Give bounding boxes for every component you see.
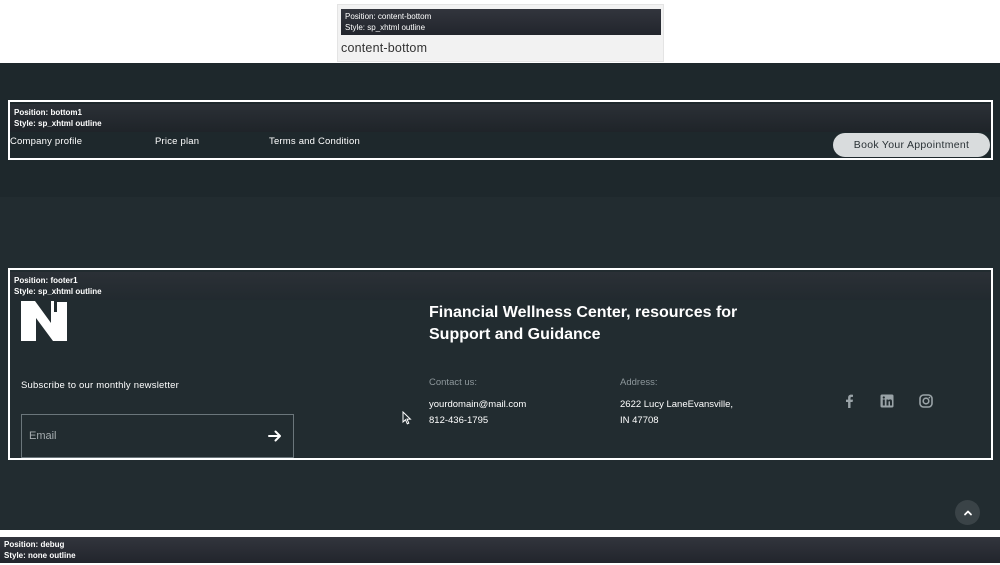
debug-position-bar: Position: debug Style: none outline: [0, 537, 1000, 563]
bottom1-module: Position: bottom1 Style: sp_xhtml outlin…: [8, 100, 993, 160]
newsletter-form: [21, 414, 294, 458]
style-text: Style: sp_xhtml outline: [14, 119, 102, 128]
contact-label: Contact us:: [429, 377, 478, 388]
content-bottom-label: content-bottom: [341, 41, 428, 55]
footer-headline: Financial Wellness Center, resources for…: [429, 304, 738, 343]
address-label: Address:: [620, 377, 658, 388]
chevron-up-icon: [963, 510, 972, 515]
content-bottom-module: Position: content-bottom Style: sp_xhtml…: [337, 4, 664, 62]
module-position-badge: Position: footer1 Style: sp_xhtml outlin…: [10, 272, 991, 300]
arrow-right-icon[interactable]: [267, 428, 283, 444]
address-line2: IN 47708: [620, 415, 659, 426]
email-input[interactable]: [22, 415, 252, 457]
menu-item-terms[interactable]: Terms and Condition: [269, 136, 360, 147]
position-text: Position: bottom1: [14, 108, 82, 117]
contact-email-link[interactable]: yourdomain@mail.com: [429, 397, 526, 413]
page: Position: content-bottom Style: sp_xhtml…: [0, 0, 1000, 565]
style-text: Style: sp_xhtml outline: [14, 287, 102, 296]
position-text: Position: footer1: [14, 276, 78, 285]
footer1-module: Position: footer1 Style: sp_xhtml outlin…: [8, 268, 993, 460]
menu-item-price-plan[interactable]: Price plan: [155, 136, 199, 147]
style-text: Style: sp_xhtml outline: [345, 23, 426, 32]
facebook-icon[interactable]: [841, 393, 857, 409]
module-position-badge: Position: bottom1 Style: sp_xhtml outlin…: [10, 104, 991, 132]
n-logo-icon[interactable]: [21, 301, 67, 341]
newsletter-label: Subscribe to our monthly newsletter: [21, 380, 180, 391]
position-text: Position: debug: [4, 540, 65, 549]
back-to-top-button[interactable]: [955, 500, 980, 525]
module-position-badge: Position: content-bottom Style: sp_xhtml…: [341, 9, 661, 35]
instagram-icon[interactable]: [918, 393, 934, 409]
book-appointment-button[interactable]: Book Your Appointment: [833, 133, 990, 157]
address-line1: 2622 Lucy LaneEvansville,: [620, 399, 734, 410]
menu-item-company-profile[interactable]: Company profile: [10, 136, 82, 147]
mouse-cursor-icon: [402, 411, 412, 425]
contact-phone-link[interactable]: 812-436-1795: [429, 413, 488, 429]
position-text: Position: content-bottom: [345, 12, 432, 21]
linkedin-icon[interactable]: [879, 393, 895, 409]
style-text: Style: none outline: [4, 551, 76, 560]
